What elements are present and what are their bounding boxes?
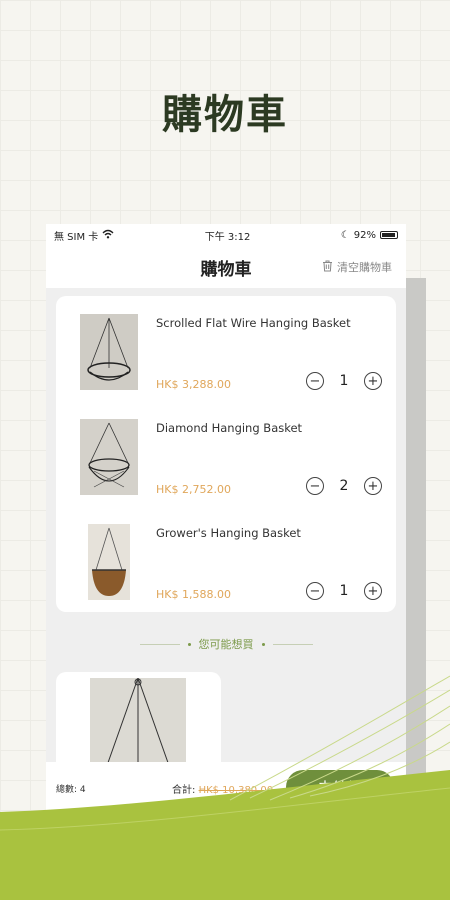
clear-cart-button[interactable]: 清空購物車 [322,259,392,275]
status-bar: 無 SIM 卡 下午 3:12 ☾ 92% [46,224,406,246]
battery-percent: 92% [353,229,376,241]
moon-icon: ☾ [340,229,350,241]
divider [139,643,180,645]
trash-icon [322,260,333,275]
plus-button[interactable]: + [364,477,382,495]
quantity-value: 2 [339,478,349,494]
minus-button[interactable]: − [306,582,324,600]
quantity-value: 1 [339,583,349,599]
divider-dot [187,642,191,646]
total-sum: 合計: HK$ 10,380.00 [172,781,273,796]
product-price: HK$ 1,588.00 [156,588,231,601]
product-name: Scrolled Flat Wire Hanging Basket [156,316,351,330]
quantity-stepper: − 1 + [306,582,382,600]
phone-screen: 無 SIM 卡 下午 3:12 ☾ 92% 購物車 清空購物車 Scrolled… [46,224,406,844]
recommend-header: 您可能想買 [46,636,406,652]
total-count: 總數: 4 [56,784,86,795]
hero-title: 購物車 [162,92,288,138]
nav-bar: 購物車 清空購物車 [46,246,406,288]
plus-button[interactable]: + [364,372,382,390]
divider-dot [261,642,265,646]
wifi-icon [102,229,114,242]
page-title: 購物車 [200,259,252,280]
recommend-title: 您可能想買 [198,638,254,651]
total-sum-value: HK$ 10,380.00 [198,784,274,796]
battery-icon [379,231,398,239]
product-image[interactable] [80,419,138,495]
product-price: HK$ 2,752.00 [156,483,231,496]
checkout-bar: 總數: 4 合計: HK$ 10,380.00 去結算 [46,762,406,814]
minus-button[interactable]: − [306,372,324,390]
quantity-stepper: − 2 + [306,477,382,495]
phone-shadow [406,278,426,838]
product-price: HK$ 3,288.00 [156,378,231,391]
clear-cart-label: 清空購物車 [337,261,392,274]
quantity-stepper: − 1 + [306,372,382,390]
product-image[interactable] [88,524,130,600]
cart-item[interactable]: Grower's Hanging Basket HK$ 1,588.00 − 1… [56,510,396,610]
cart-item[interactable]: Scrolled Flat Wire Hanging Basket HK$ 3,… [56,300,396,400]
checkout-button[interactable]: 去結算 [286,770,394,804]
product-name: Grower's Hanging Basket [156,526,301,540]
status-time: 下午 3:12 [204,231,251,243]
quantity-value: 1 [339,373,349,389]
carrier-label: 無 SIM 卡 [54,231,99,243]
cart-card: Scrolled Flat Wire Hanging Basket HK$ 3,… [56,296,396,612]
product-image[interactable] [80,314,138,390]
total-sum-label: 合計: [172,784,196,796]
product-name: Diamond Hanging Basket [156,421,303,435]
minus-button[interactable]: − [306,477,324,495]
plus-button[interactable]: + [364,582,382,600]
cart-item[interactable]: Diamond Hanging Basket HK$ 2,752.00 − 2 … [56,405,396,505]
divider [272,643,313,645]
